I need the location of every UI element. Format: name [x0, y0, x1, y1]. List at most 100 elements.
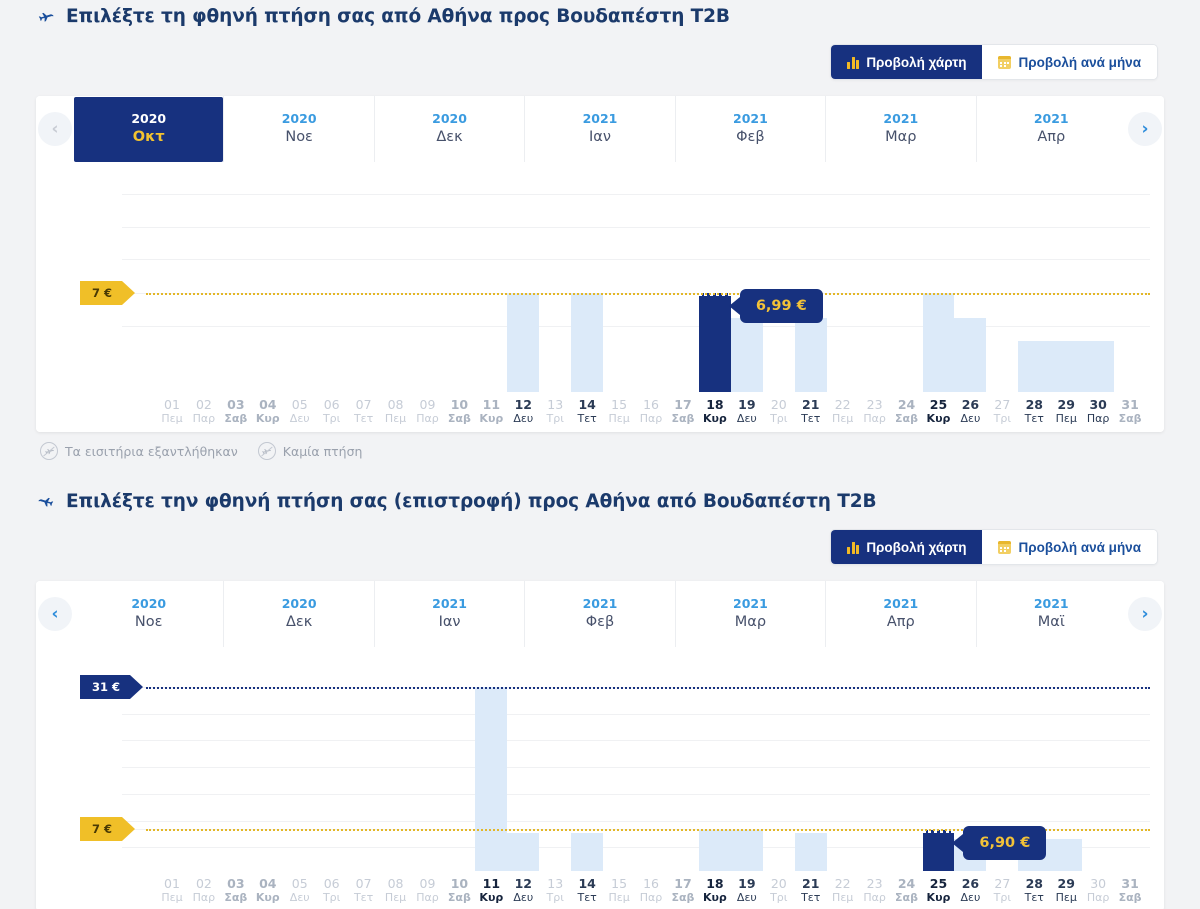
outbound-month-tab-Δεκ[interactable]: 2020 Δεκ — [373, 96, 524, 162]
day-axis-cell[interactable]: 15 Πεμ — [603, 876, 635, 905]
day-axis-cell[interactable]: 18 Κυρ — [699, 397, 731, 426]
day-axis-cell[interactable]: 17 Σαβ — [667, 876, 699, 905]
outbound-month-tab-Ιαν[interactable]: 2021 Ιαν — [524, 96, 674, 162]
chart-bar[interactable] — [922, 293, 955, 392]
inbound-month-tab-Νοε[interactable]: 2020 Νοε — [74, 581, 223, 647]
day-axis-cell[interactable]: 11 Κυρ — [475, 876, 507, 905]
day-axis-cell[interactable]: 08 Πεμ — [380, 876, 412, 905]
day-axis-cell[interactable]: 07 Τετ — [348, 397, 380, 426]
outbound-next-month-button[interactable]: › — [1126, 96, 1164, 162]
chart-bar-column[interactable] — [635, 669, 667, 871]
day-axis-cell[interactable]: 29 Πεμ — [1050, 876, 1082, 905]
inbound-month-view-button[interactable]: Προβολή ανά μήνα — [982, 530, 1157, 564]
chart-bar-column[interactable] — [603, 669, 635, 871]
day-axis-cell[interactable]: 20 Τρι — [763, 397, 795, 426]
chart-bar-column[interactable] — [667, 669, 699, 871]
day-axis-cell[interactable]: 02 Παρ — [188, 876, 220, 905]
day-axis-cell[interactable]: 27 Τρι — [986, 876, 1018, 905]
day-axis-cell[interactable]: 20 Τρι — [763, 876, 795, 905]
outbound-prev-month-button[interactable]: ‹ — [36, 96, 74, 162]
day-axis-cell[interactable]: 21 Τετ — [795, 397, 827, 426]
day-axis-cell[interactable]: 24 Σαβ — [891, 397, 923, 426]
day-axis-cell[interactable]: 26 Δευ — [954, 397, 986, 426]
chart-bar-column[interactable] — [507, 669, 540, 871]
chart-bar-column[interactable] — [1114, 669, 1146, 871]
outbound-month-view-button[interactable]: Προβολή ανά μήνα — [982, 45, 1157, 79]
chart-bar[interactable] — [730, 830, 763, 871]
day-axis-cell[interactable]: 26 Δευ — [954, 876, 986, 905]
chart-bar-column[interactable] — [252, 669, 284, 871]
day-axis-cell[interactable]: 05 Δευ — [284, 876, 316, 905]
day-axis-cell[interactable]: 12 Δευ — [507, 876, 539, 905]
chart-bar[interactable] — [507, 293, 540, 392]
day-axis-cell[interactable]: 19 Δευ — [731, 397, 763, 426]
day-axis-cell[interactable]: 09 Παρ — [412, 397, 444, 426]
day-axis-cell[interactable]: 13 Τρι — [539, 876, 571, 905]
day-axis-cell[interactable]: 10 Σαβ — [443, 876, 475, 905]
outbound-month-tab-Μαρ[interactable]: 2021 Μαρ — [825, 96, 975, 162]
day-axis-cell[interactable]: 23 Παρ — [859, 397, 891, 426]
day-axis-cell[interactable]: 16 Παρ — [635, 876, 667, 905]
chart-bar[interactable] — [794, 318, 827, 392]
chart-bar-column[interactable] — [412, 669, 444, 871]
day-axis-cell[interactable]: 11 Κυρ — [475, 397, 507, 426]
day-axis-cell[interactable]: 28 Τετ — [1018, 876, 1050, 905]
day-axis-cell[interactable]: 31 Σαβ — [1114, 397, 1146, 426]
chart-bar[interactable] — [1050, 341, 1083, 392]
day-axis-cell[interactable]: 04 Κυρ — [252, 397, 284, 426]
chart-bar[interactable] — [1082, 341, 1115, 392]
day-axis-cell[interactable]: 21 Τετ — [795, 876, 827, 905]
chart-bar-column[interactable] — [571, 669, 604, 871]
outbound-month-tab-Απρ[interactable]: 2021 Απρ — [975, 96, 1126, 162]
outbound-month-tab-Οκτ[interactable]: 2020 Οκτ — [74, 97, 224, 162]
inbound-month-tab-Απρ[interactable]: 2021 Απρ — [825, 581, 975, 647]
day-axis-cell[interactable]: 18 Κυρ — [699, 876, 731, 905]
chart-bar-column[interactable] — [220, 669, 252, 871]
inbound-next-month-button[interactable]: › — [1126, 581, 1164, 647]
chart-bar-column[interactable] — [1082, 669, 1114, 871]
chart-bar[interactable] — [730, 318, 763, 392]
day-axis-cell[interactable]: 30 Παρ — [1082, 876, 1114, 905]
day-axis-cell[interactable]: 15 Πεμ — [603, 397, 635, 426]
chart-bar-column[interactable] — [730, 669, 763, 871]
inbound-month-tab-Ιαν[interactable]: 2021 Ιαν — [373, 581, 524, 647]
inbound-month-tab-Δεκ[interactable]: 2020 Δεκ — [223, 581, 373, 647]
day-axis-cell[interactable]: 25 Κυρ — [923, 876, 955, 905]
day-axis-cell[interactable]: 07 Τετ — [348, 876, 380, 905]
day-axis-cell[interactable]: 01 Πεμ — [156, 397, 188, 426]
day-axis-cell[interactable]: 22 Πεμ — [827, 876, 859, 905]
day-axis-cell[interactable]: 22 Πεμ — [827, 397, 859, 426]
chart-bar-column[interactable] — [348, 669, 380, 871]
chart-bar-column[interactable] — [827, 669, 859, 871]
chart-bar-column[interactable] — [859, 669, 891, 871]
inbound-prev-month-button[interactable]: ‹ — [36, 581, 74, 647]
day-axis-cell[interactable]: 03 Σαβ — [220, 397, 252, 426]
chart-bar[interactable] — [954, 318, 987, 392]
outbound-chart-view-button[interactable]: Προβολή χάρτη — [831, 45, 983, 79]
day-axis-cell[interactable]: 19 Δευ — [731, 876, 763, 905]
chart-bar[interactable] — [1018, 341, 1051, 392]
chart-bar[interactable] — [698, 830, 731, 871]
day-axis-cell[interactable]: 25 Κυρ — [923, 397, 955, 426]
day-axis-cell[interactable]: 03 Σαβ — [220, 876, 252, 905]
inbound-month-tab-Μαρ[interactable]: 2021 Μαρ — [674, 581, 825, 647]
outbound-month-tab-Νοε[interactable]: 2020 Νοε — [223, 96, 373, 162]
day-axis-cell[interactable]: 09 Παρ — [412, 876, 444, 905]
day-axis-cell[interactable]: 04 Κυρ — [252, 876, 284, 905]
chart-bar-selected[interactable] — [698, 293, 731, 392]
day-axis-cell[interactable]: 08 Πεμ — [380, 397, 412, 426]
day-axis-cell[interactable]: 28 Τετ — [1018, 397, 1050, 426]
day-axis-cell[interactable]: 14 Τετ — [571, 397, 603, 426]
inbound-chart-view-button[interactable]: Προβολή χάρτη — [831, 530, 983, 564]
chart-bar-column[interactable] — [380, 669, 412, 871]
day-axis-cell[interactable]: 06 Τρι — [316, 876, 348, 905]
chart-bar[interactable] — [507, 832, 540, 871]
chart-bar-column[interactable] — [284, 669, 316, 871]
chart-bar-column[interactable] — [698, 669, 731, 871]
day-axis-cell[interactable]: 31 Σαβ — [1114, 876, 1146, 905]
day-axis-cell[interactable]: 05 Δευ — [284, 397, 316, 426]
chart-bar-column[interactable] — [1050, 669, 1083, 871]
chart-bar-column[interactable] — [539, 669, 571, 871]
inbound-month-tab-Μαϊ[interactable]: 2021 Μαϊ — [975, 581, 1126, 647]
day-axis-cell[interactable]: 10 Σαβ — [443, 397, 475, 426]
